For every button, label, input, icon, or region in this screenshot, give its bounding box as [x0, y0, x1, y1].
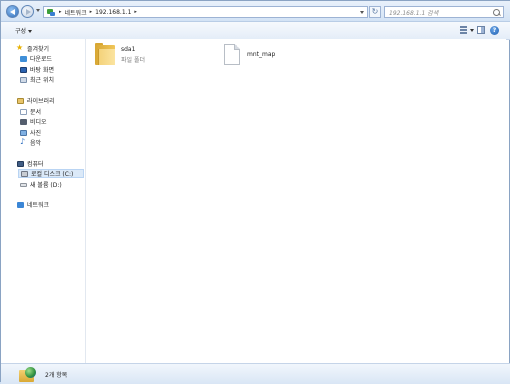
sidebar-item-local-disk[interactable]: 로컬 디스크 (C:): [18, 169, 84, 178]
file-list: [86, 39, 506, 363]
change-view-button[interactable]: [460, 26, 474, 35]
sidebar-item-label: 비디오: [30, 119, 47, 126]
recent-pages-dropdown[interactable]: [36, 9, 40, 12]
sidebar-item-label: 최근 위치: [30, 77, 54, 84]
chevron-right-icon[interactable]: ▸: [90, 9, 93, 15]
volume-icon: [20, 182, 27, 187]
network-location-icon: [19, 367, 37, 382]
forward-button[interactable]: [21, 5, 34, 18]
libraries-icon: [17, 97, 24, 104]
globe-shape: [25, 367, 36, 378]
view-icon: [460, 32, 467, 34]
favorites-star-icon: [16, 43, 24, 52]
navigation-pane: 즐겨찾기 다운로드 바탕 화면 최근 위치 라이브러리 문서 비디오 사진: [1, 39, 86, 363]
sidebar-libraries[interactable]: 라이브러리: [17, 96, 55, 105]
file-icon[interactable]: [224, 44, 240, 65]
sidebar-network[interactable]: 네트워크: [17, 200, 49, 209]
sidebar-item-documents[interactable]: 문서: [20, 107, 41, 116]
sidebar-item-label: 바탕 화면: [30, 67, 54, 74]
sidebar-group-label: 컴퓨터: [27, 161, 44, 168]
address-dropdown-icon[interactable]: [360, 10, 364, 14]
sidebar-computer[interactable]: 컴퓨터: [17, 159, 44, 168]
item-type: 파일 폴더: [121, 57, 145, 64]
local-disk-icon: [21, 170, 28, 177]
explorer-window: ▸ 네트워크 ▸ 192.168.1.1 ▸ ↻ 192.168.1.1 검색 …: [0, 0, 510, 384]
music-icon: [20, 137, 27, 146]
computer-icon: [17, 160, 24, 167]
refresh-button[interactable]: ↻: [369, 6, 381, 18]
folder-icon[interactable]: [95, 43, 115, 65]
sidebar-item-desktop[interactable]: 바탕 화면: [20, 65, 54, 74]
sidebar-item-label: 다운로드: [30, 56, 53, 63]
organize-button[interactable]: 구성: [15, 26, 33, 35]
sidebar-item-label: 로컬 디스크 (C:): [31, 171, 74, 178]
sidebar-group-label: 라이브러리: [27, 98, 55, 105]
preview-pane-button[interactable]: [477, 26, 485, 34]
network-icon: [17, 201, 24, 208]
chevron-down-icon: [28, 30, 33, 33]
sidebar-group-label: 네트워크: [27, 202, 50, 209]
sidebar-item-recent-places[interactable]: 최근 위치: [20, 75, 54, 84]
search-icon[interactable]: [493, 8, 500, 16]
command-bar: 구성 ?: [1, 22, 510, 40]
search-box[interactable]: 192.168.1.1 검색: [384, 6, 504, 18]
sidebar-item-music[interactable]: 음악: [20, 137, 42, 148]
item-count: 2개 항목: [45, 372, 68, 379]
network-icon: [46, 8, 56, 17]
breadcrumb-host[interactable]: 192.168.1.1: [95, 9, 131, 16]
breadcrumb-network[interactable]: 네트워크: [65, 8, 87, 17]
chevron-right-icon[interactable]: ▸: [134, 9, 137, 15]
pictures-icon: [20, 129, 27, 136]
view-icon: [460, 29, 467, 31]
folder-front: [98, 49, 115, 65]
sidebar-favorites[interactable]: 즐겨찾기: [16, 43, 50, 54]
forward-arrow-icon: [25, 8, 31, 15]
back-button[interactable]: [6, 5, 19, 18]
navigation-bar: ▸ 네트워크 ▸ 192.168.1.1 ▸ ↻ 192.168.1.1 검색: [1, 1, 510, 22]
sidebar-item-label: 문서: [30, 109, 42, 116]
desktop-icon: [20, 66, 27, 73]
video-icon: [20, 118, 27, 125]
sidebar-item-volume-d[interactable]: 새 볼륨 (D:): [20, 180, 62, 189]
recent-places-icon: [20, 76, 27, 83]
sidebar-item-label: 사진: [30, 130, 42, 137]
view-icon: [460, 26, 467, 28]
sidebar-item-label: 새 볼륨 (D:): [30, 182, 62, 189]
sidebar-item-downloads[interactable]: 다운로드: [20, 54, 52, 63]
sidebar-item-label: 음악: [30, 140, 42, 147]
address-bar[interactable]: ▸ 네트워크 ▸ 192.168.1.1 ▸: [43, 6, 368, 18]
search-placeholder: 192.168.1.1 검색: [389, 9, 439, 17]
details-pane: 2개 항목: [1, 363, 510, 384]
item-name[interactable]: sda1: [121, 46, 135, 53]
sidebar-group-label: 즐겨찾기: [27, 46, 50, 53]
item-name[interactable]: mnt_map: [247, 51, 275, 58]
organize-label: 구성: [15, 28, 27, 35]
download-icon: [20, 55, 27, 62]
help-button[interactable]: ?: [490, 26, 499, 35]
documents-icon: [20, 108, 27, 115]
back-arrow-icon: [9, 8, 15, 15]
refresh-icon: ↻: [371, 7, 379, 16]
chevron-down-icon: [470, 29, 474, 32]
chevron-right-icon[interactable]: ▸: [59, 9, 62, 15]
help-icon: ?: [492, 27, 497, 34]
sidebar-item-videos[interactable]: 비디오: [20, 117, 47, 126]
